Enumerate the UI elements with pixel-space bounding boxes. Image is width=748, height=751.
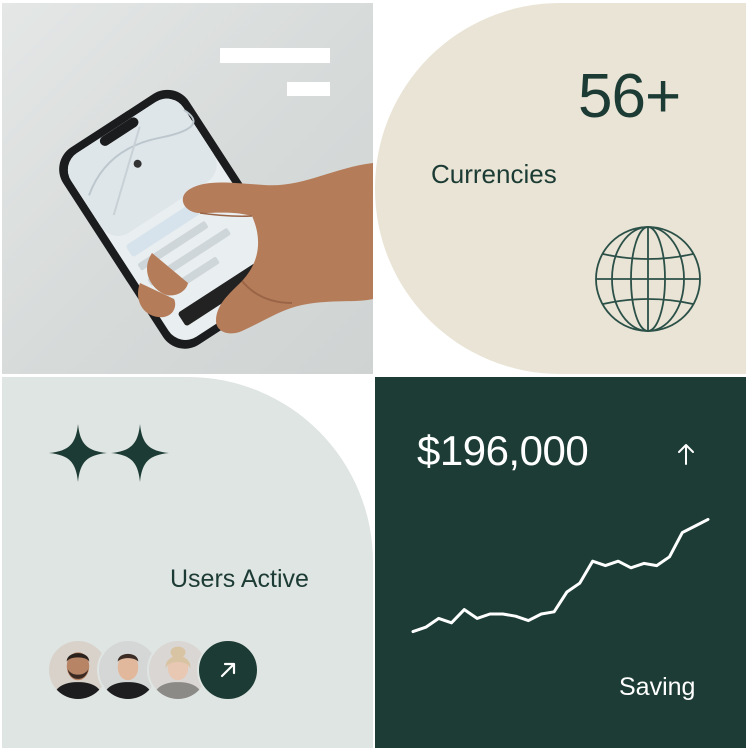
savings-data-point (552, 610, 556, 613)
decorative-bar-short (287, 82, 330, 96)
savings-data-point (501, 612, 504, 616)
savings-data-point (450, 621, 453, 624)
savings-data-point (617, 560, 620, 563)
savings-data-point (565, 590, 569, 594)
savings-data-point (591, 560, 594, 563)
avatar-group (47, 639, 267, 703)
savings-data-point (514, 615, 517, 618)
savings-data-point (488, 612, 492, 616)
sparkle-icon (49, 424, 169, 482)
globe-icon (595, 226, 701, 332)
savings-data-point (681, 531, 684, 534)
view-all-users-button[interactable] (197, 639, 259, 701)
currencies-label: Currencies (431, 159, 557, 189)
savings-label: Saving (619, 673, 696, 701)
savings-data-point (437, 617, 440, 620)
savings-data-point (424, 626, 428, 629)
savings-data-point (629, 566, 633, 569)
savings-data-point (693, 524, 697, 528)
savings-series-line (411, 517, 710, 634)
phone-photo-tile (2, 3, 373, 374)
users-active-label: Users Active (170, 565, 309, 593)
savings-data-point (475, 617, 479, 620)
savings-data-point (642, 562, 646, 565)
savings-data-point (706, 518, 710, 521)
savings-data-point (411, 630, 415, 633)
savings-data-point (604, 564, 607, 567)
currencies-card: 56+ Currencies (375, 3, 746, 374)
users-active-card: Users Active (2, 377, 373, 748)
savings-data-point (668, 555, 671, 558)
savings-data-point (463, 608, 466, 611)
savings-data-point (540, 612, 543, 616)
savings-data-point (655, 564, 658, 567)
savings-data-point (527, 619, 530, 622)
decorative-bar (220, 48, 330, 63)
savings-card: $196,000 Saving (375, 377, 746, 748)
savings-data-point (578, 582, 581, 585)
arrow-up-right-icon (220, 662, 236, 678)
currencies-count: 56+ (578, 62, 681, 131)
